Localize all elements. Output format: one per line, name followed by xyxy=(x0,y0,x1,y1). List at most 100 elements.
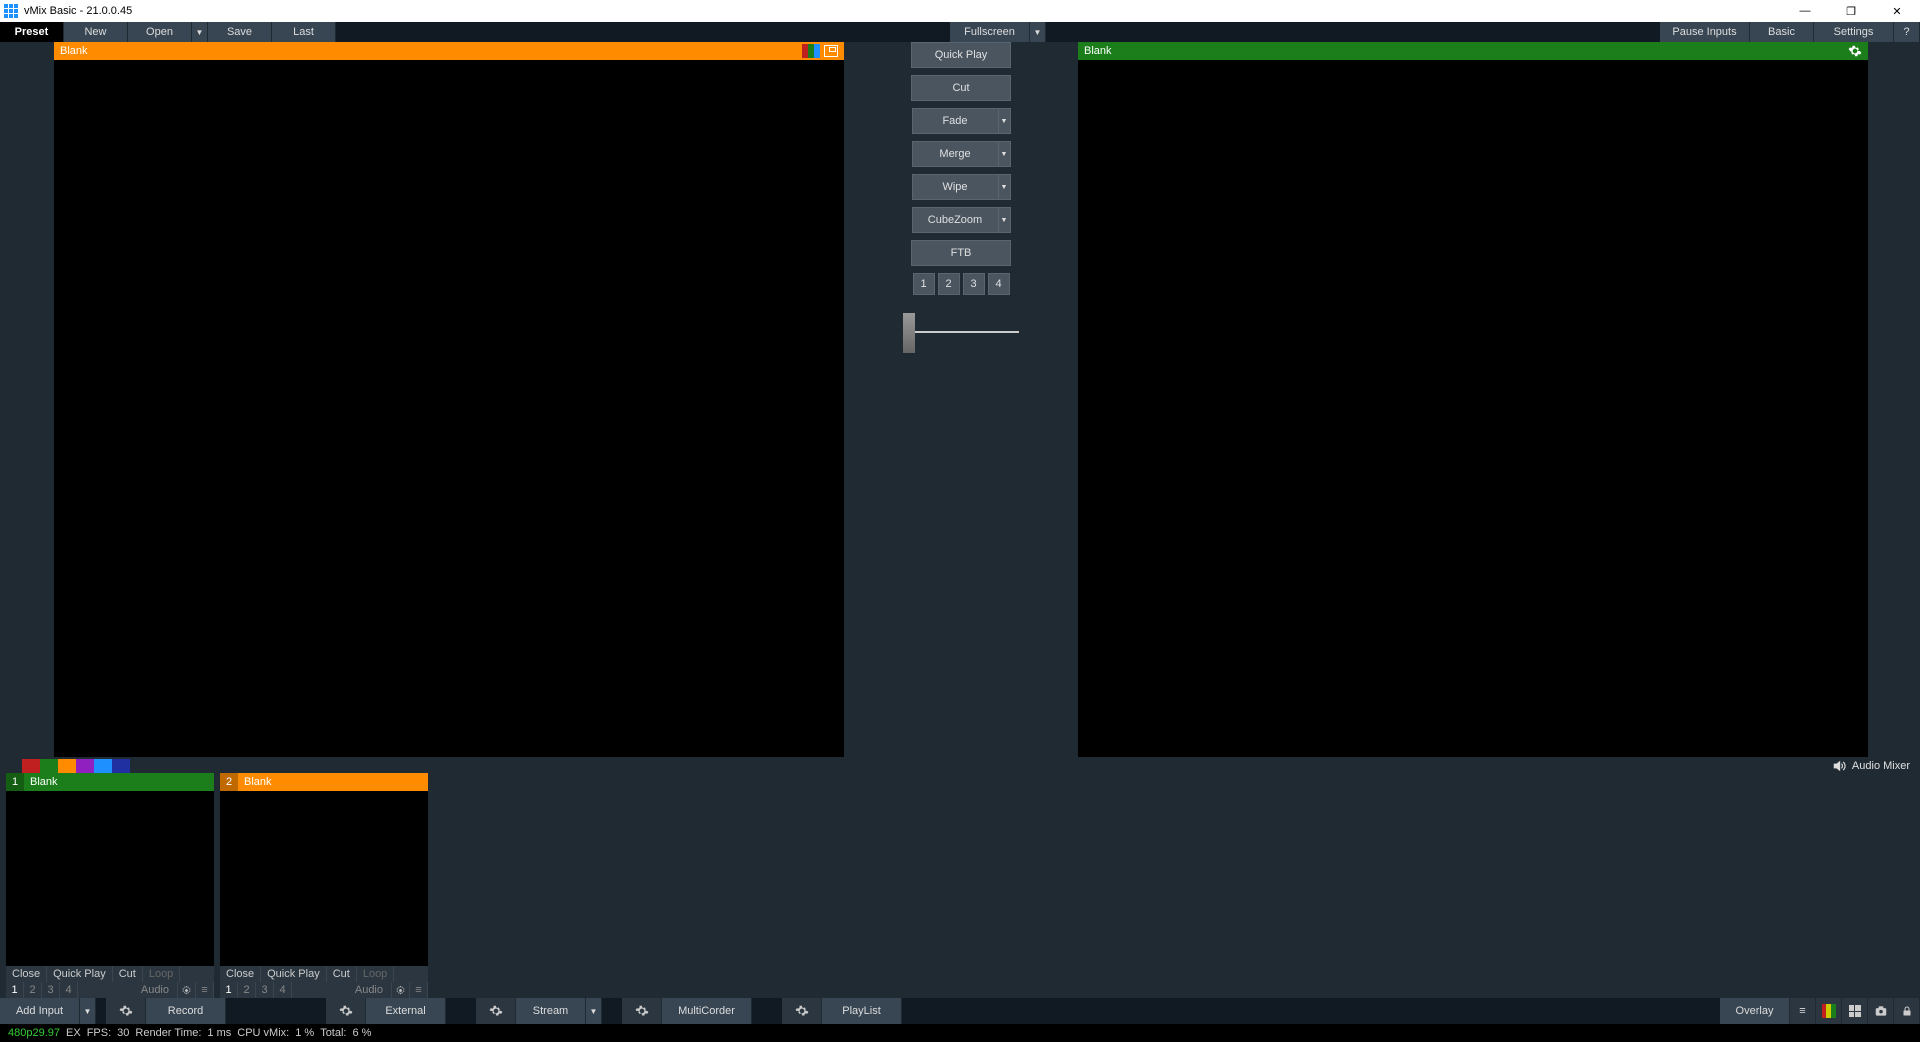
external-button[interactable]: External xyxy=(366,998,446,1024)
input-1-audio[interactable]: Audio xyxy=(133,982,178,998)
transition-preset-1[interactable]: 1 xyxy=(913,273,935,295)
input-1-overlay-2[interactable]: 2 xyxy=(24,982,42,998)
add-input-button[interactable]: Add Input xyxy=(0,998,80,1024)
pause-inputs-button[interactable]: Pause Inputs xyxy=(1660,22,1750,42)
input-1-video[interactable] xyxy=(6,791,214,966)
category-purple[interactable] xyxy=(76,759,94,773)
input-2-header[interactable]: 2 Blank xyxy=(220,773,428,791)
quick-play-button[interactable]: Quick Play xyxy=(911,42,1011,68)
category-orange[interactable] xyxy=(58,759,76,773)
transition-preset-numbers: 1 2 3 4 xyxy=(913,273,1010,295)
color-bars-icon[interactable] xyxy=(1816,998,1842,1024)
window-maximize-button[interactable]: ❐ xyxy=(1828,0,1874,22)
input-1-quickplay[interactable]: Quick Play xyxy=(47,966,113,982)
category-red[interactable] xyxy=(22,759,40,773)
transition-preset-4[interactable]: 4 xyxy=(988,273,1010,295)
lock-icon[interactable] xyxy=(1894,998,1920,1024)
save-button[interactable]: Save xyxy=(208,22,272,42)
input-2-overlay-2[interactable]: 2 xyxy=(238,982,256,998)
input-1-title: Blank xyxy=(30,776,58,788)
fade-button[interactable]: Fade xyxy=(912,108,999,134)
transition-preset-2[interactable]: 2 xyxy=(938,273,960,295)
playlist-button[interactable]: PlayList xyxy=(822,998,902,1024)
input-2-menu-icon[interactable]: ≡ xyxy=(410,982,428,998)
input-1-overlay-4[interactable]: 4 xyxy=(60,982,78,998)
multicorder-button[interactable]: MultiCorder xyxy=(662,998,752,1024)
preview-popout-icon[interactable] xyxy=(824,45,838,57)
overlay-button[interactable]: Overlay xyxy=(1720,998,1790,1024)
input-2-loop[interactable]: Loop xyxy=(357,966,394,982)
multicorder-gear-icon[interactable] xyxy=(622,998,662,1024)
status-total: 6 % xyxy=(352,1027,371,1039)
input-1-overlay-1[interactable]: 1 xyxy=(6,982,24,998)
preset-button[interactable]: Preset xyxy=(0,22,64,42)
inputs-row: 1 Blank Close Quick Play Cut Loop 1 2 3 … xyxy=(0,773,1920,998)
category-blue[interactable] xyxy=(112,759,130,773)
record-button[interactable]: Record xyxy=(146,998,226,1024)
preview-title: Blank xyxy=(60,45,88,57)
ftb-button[interactable]: FTB xyxy=(911,240,1011,266)
window-close-button[interactable]: ✕ xyxy=(1874,0,1920,22)
app-logo-icon xyxy=(4,4,18,18)
program-title: Blank xyxy=(1084,45,1112,57)
input-1-header[interactable]: 1 Blank xyxy=(6,773,214,791)
record-gear-icon[interactable] xyxy=(106,998,146,1024)
input-2-overlay-1[interactable]: 1 xyxy=(220,982,238,998)
input-1-loop[interactable]: Loop xyxy=(143,966,180,982)
basic-button[interactable]: Basic xyxy=(1750,22,1814,42)
gear-icon[interactable] xyxy=(1848,44,1862,58)
input-1-menu-icon[interactable]: ≡ xyxy=(196,982,214,998)
stream-button[interactable]: Stream xyxy=(516,998,586,1024)
input-2-audio[interactable]: Audio xyxy=(347,982,392,998)
program-screen[interactable] xyxy=(1078,60,1868,757)
input-2-video[interactable] xyxy=(220,791,428,966)
cubezoom-button[interactable]: CubeZoom xyxy=(912,207,999,233)
input-1-gear-icon[interactable] xyxy=(178,982,196,998)
input-2-cut[interactable]: Cut xyxy=(327,966,357,982)
settings-button[interactable]: Settings xyxy=(1814,22,1894,42)
wipe-dropdown[interactable]: ▼ xyxy=(999,174,1011,200)
grid-view-icon[interactable] xyxy=(1842,998,1868,1024)
preview-screen[interactable] xyxy=(54,60,844,757)
cut-button[interactable]: Cut xyxy=(911,75,1011,101)
merge-dropdown[interactable]: ▼ xyxy=(999,141,1011,167)
stream-gear-icon[interactable] xyxy=(476,998,516,1024)
open-button[interactable]: Open xyxy=(128,22,192,42)
fullscreen-button[interactable]: Fullscreen xyxy=(950,22,1030,42)
category-lightblue[interactable] xyxy=(94,759,112,773)
last-button[interactable]: Last xyxy=(272,22,336,42)
input-1-cut[interactable]: Cut xyxy=(113,966,143,982)
category-green[interactable] xyxy=(40,759,58,773)
status-cpu-label: CPU vMix: xyxy=(237,1027,289,1039)
open-dropdown[interactable]: ▼ xyxy=(192,22,208,42)
t-bar-slider[interactable] xyxy=(903,307,1019,357)
fullscreen-dropdown[interactable]: ▼ xyxy=(1030,22,1046,42)
status-resolution: 480p29.97 xyxy=(8,1027,60,1039)
input-1-close[interactable]: Close xyxy=(6,966,47,982)
snapshot-icon[interactable] xyxy=(1868,998,1894,1024)
input-2-overlay-3[interactable]: 3 xyxy=(256,982,274,998)
new-button[interactable]: New xyxy=(64,22,128,42)
add-input-dropdown[interactable]: ▼ xyxy=(80,998,96,1024)
input-2-gear-icon[interactable] xyxy=(392,982,410,998)
category-colors-row: Audio Mixer xyxy=(0,757,1920,773)
external-gear-icon[interactable] xyxy=(326,998,366,1024)
input-1-overlay-3[interactable]: 3 xyxy=(42,982,60,998)
help-button[interactable]: ? xyxy=(1894,22,1920,42)
transition-preset-3[interactable]: 3 xyxy=(963,273,985,295)
fade-dropdown[interactable]: ▼ xyxy=(999,108,1011,134)
input-2-close[interactable]: Close xyxy=(220,966,261,982)
list-view-icon[interactable]: ≡ xyxy=(1790,998,1816,1024)
input-2-overlay-4[interactable]: 4 xyxy=(274,982,292,998)
playlist-gear-icon[interactable] xyxy=(782,998,822,1024)
cubezoom-dropdown[interactable]: ▼ xyxy=(999,207,1011,233)
color-correction-icon[interactable] xyxy=(802,44,820,58)
audio-mixer-button[interactable]: Audio Mixer xyxy=(1832,759,1920,773)
transition-panel: Quick Play Cut Fade▼ Merge▼ Wipe▼ CubeZo… xyxy=(844,42,1078,757)
status-cpu: 1 % xyxy=(295,1027,314,1039)
wipe-button[interactable]: Wipe xyxy=(912,174,999,200)
stream-dropdown[interactable]: ▼ xyxy=(586,998,602,1024)
input-2-quickplay[interactable]: Quick Play xyxy=(261,966,327,982)
merge-button[interactable]: Merge xyxy=(912,141,999,167)
window-minimize-button[interactable]: — xyxy=(1782,0,1828,22)
